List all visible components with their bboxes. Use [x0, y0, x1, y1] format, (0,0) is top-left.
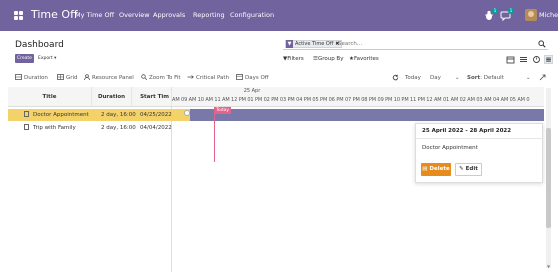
- search-icon[interactable]: [538, 40, 546, 48]
- duration-label: Duration: [24, 75, 48, 81]
- nav-configuration[interactable]: Configuration: [230, 11, 274, 20]
- person-icon: [84, 74, 90, 81]
- document-icon: [24, 111, 29, 117]
- task-popover: 25 April 2022 - 28 April 2022 Doctor App…: [415, 123, 543, 183]
- row-start: 04/25/2022 0: [140, 112, 172, 118]
- page-title: Dashboard: [15, 40, 64, 50]
- critical-path-toggle[interactable]: Critical Path: [187, 74, 229, 82]
- duration-toggle[interactable]: Duration: [15, 74, 48, 82]
- filter-icon: ▼: [286, 40, 293, 48]
- edit-button[interactable]: ✎ Edit: [455, 163, 482, 176]
- filter-facet: ▼ Active Time Off ✖: [285, 40, 343, 48]
- grid-label: Grid: [66, 75, 78, 81]
- delete-button[interactable]: ▤ Delete: [421, 163, 451, 176]
- row-duration: 2 day, 16:00: [101, 125, 136, 131]
- grid-icon: [57, 74, 64, 80]
- column-start-time[interactable]: Start Tim: [132, 87, 172, 107]
- sort-label: Sort: [467, 75, 481, 81]
- row-title-cell: Trip with Family: [24, 122, 94, 134]
- delete-label: Delete: [429, 166, 450, 172]
- apps-menu-icon[interactable]: [14, 11, 23, 20]
- table-row[interactable]: Trip with Family 2 day, 16:00 04/04/2022…: [8, 122, 172, 134]
- row-title-cell: Doctor Appointment: [24, 109, 94, 121]
- scale-value: Day: [430, 75, 441, 81]
- days-off-toggle[interactable]: Days Off: [236, 74, 269, 82]
- expand-icon: [539, 74, 546, 81]
- fullscreen-button[interactable]: [539, 74, 548, 83]
- refresh-icon: [392, 74, 399, 81]
- zoom-icon: [141, 74, 148, 81]
- column-title[interactable]: Title: [8, 87, 92, 107]
- gantt-view-icon[interactable]: [544, 55, 553, 64]
- nav-my-time-off[interactable]: My Time Off: [75, 11, 114, 20]
- nav-approvals[interactable]: Approvals: [153, 11, 185, 20]
- row-duration: 2 day, 16:00: [101, 112, 136, 118]
- activity-view-icon[interactable]: [532, 55, 541, 64]
- scrollbar-thumb[interactable]: [546, 128, 551, 228]
- zoom-to-fit-button[interactable]: Zoom To Fit: [141, 74, 181, 82]
- nav-reporting[interactable]: Reporting: [193, 11, 225, 20]
- user-name[interactable]: Michell Admin: [539, 11, 558, 20]
- grid-toggle[interactable]: Grid: [57, 74, 78, 82]
- create-button[interactable]: Create: [15, 54, 34, 63]
- chat-badge: 1: [508, 8, 514, 14]
- refresh-button[interactable]: [392, 74, 401, 83]
- search-box: ▼ Active Time Off ✖: [283, 39, 548, 50]
- filters-button[interactable]: ▼Filters: [283, 56, 304, 63]
- gantt-grid: Title Duration Start Tim Doctor Appointm…: [8, 87, 172, 272]
- row-title: Trip with Family: [33, 125, 76, 131]
- calendar-icon: [236, 74, 243, 80]
- sort-select[interactable]: Sort: Default ⌄: [467, 74, 530, 82]
- bug-badge: 1: [492, 8, 498, 14]
- facet-label: Active Time Off: [295, 41, 334, 47]
- group-by-button[interactable]: ☰Group By: [313, 56, 343, 63]
- popover-body: Doctor Appointment: [422, 145, 478, 151]
- nav-overview[interactable]: Overview: [119, 11, 150, 20]
- chevron-down-icon: ⌄: [454, 75, 460, 81]
- row-start: 04/04/2022 0: [140, 125, 172, 131]
- document-icon: [24, 124, 29, 130]
- resource-panel-label: Resource Panel: [92, 75, 134, 81]
- scale-select[interactable]: Day ⌄: [430, 74, 459, 82]
- popover-title: 25 April 2022 - 28 April 2022: [416, 124, 542, 139]
- timeline-hours: AM 09 AM 10 AM 11 AM 12 PM 01 PM 02 PM 0…: [172, 97, 530, 103]
- resource-panel-toggle[interactable]: Resource Panel: [84, 74, 134, 82]
- timeline-scale: 25 Apr AM 09 AM 10 AM 11 AM 12 PM 01 PM …: [172, 87, 544, 107]
- app-title[interactable]: Time Off: [31, 8, 78, 22]
- column-duration[interactable]: Duration: [92, 87, 132, 107]
- today-button[interactable]: Today: [405, 74, 421, 82]
- row-title: Doctor Appointment: [33, 112, 89, 118]
- table-row[interactable]: Doctor Appointment 2 day, 16:00 04/25/20…: [8, 109, 172, 121]
- link-handle[interactable]: [184, 110, 190, 116]
- list-view-icon[interactable]: [519, 55, 528, 64]
- edit-label: Edit: [465, 166, 478, 172]
- filters-label: Filters: [287, 56, 304, 62]
- vertical-scrollbar[interactable]: [546, 88, 551, 268]
- zoom-to-fit-label: Zoom To Fit: [149, 75, 181, 81]
- critical-path-label: Critical Path: [196, 75, 230, 81]
- today-marker: [214, 107, 215, 162]
- chevron-down-icon: ⌄: [525, 75, 531, 81]
- scroll-down-arrow[interactable]: ▼: [546, 264, 551, 269]
- favorites-button[interactable]: ★Favorites: [349, 56, 379, 63]
- duration-icon: [15, 74, 22, 80]
- favorites-label: Favorites: [353, 56, 379, 62]
- sort-value: Default: [483, 75, 504, 81]
- calendar-view-icon[interactable]: [506, 55, 515, 64]
- critical-path-icon: [187, 75, 194, 79]
- top-navbar: Time Off My Time Off Overview Approvals …: [0, 0, 558, 31]
- user-avatar[interactable]: [525, 9, 537, 21]
- days-off-label: Days Off: [245, 75, 269, 81]
- export-button[interactable]: Export ▾: [38, 54, 56, 63]
- task-bar[interactable]: [190, 109, 544, 121]
- today-tag: Today: [214, 107, 232, 114]
- timeline-date: 25 Apr: [243, 88, 261, 94]
- group-by-label: Group By: [317, 56, 344, 62]
- search-input[interactable]: [338, 40, 528, 48]
